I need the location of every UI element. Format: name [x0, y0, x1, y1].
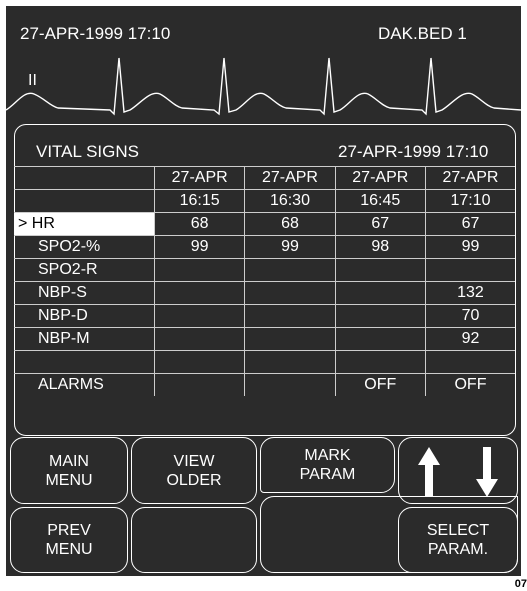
table-cell: 67	[424, 212, 515, 236]
monitor-screen: 27-APR-1999 17:10 DAK.BED 1 II VITAL SIG…	[6, 6, 521, 576]
table-row-spo2-r[interactable]: SPO2-R	[14, 258, 515, 282]
column-time: 16:45	[334, 189, 426, 213]
scroll-arrows-button[interactable]	[398, 437, 518, 504]
table-cell: 99	[153, 235, 246, 259]
main-menu-button[interactable]: MAIN MENU	[10, 437, 128, 504]
table-cell: 92	[424, 327, 515, 351]
table-cell	[334, 304, 426, 328]
column-time: 16:30	[244, 189, 336, 213]
table-row-nbp-d[interactable]: NBP-D 70	[14, 304, 515, 328]
table-cell	[153, 350, 246, 374]
table-cell	[334, 281, 426, 305]
table-cell	[153, 327, 246, 351]
table-header-row: 16:15 16:30 16:45 17:10	[14, 189, 515, 213]
table-cell	[334, 350, 426, 374]
vital-signs-table: 27-APR 27-APR 27-APR 27-APR 16:15 16:30 …	[14, 166, 515, 396]
table-row-hr[interactable]: > HR 68 68 67 67	[14, 212, 515, 236]
table-cell: 67	[334, 212, 426, 236]
column-date: 27-APR	[424, 166, 515, 190]
table-cell	[244, 327, 336, 351]
mark-param-button[interactable]: MARK PARAM	[260, 437, 395, 493]
table-row-nbp-s[interactable]: NBP-S 132	[14, 281, 515, 305]
table-cell: 132	[424, 281, 515, 305]
scroll-arrows	[418, 446, 498, 497]
figure-code: 07	[514, 578, 527, 590]
table-cell: OFF	[424, 373, 515, 396]
table-cell: 68	[244, 212, 336, 236]
table-cell: 98	[334, 235, 426, 259]
column-date: 27-APR	[244, 166, 336, 190]
table-cell: 68	[153, 212, 246, 236]
vital-signs-title: VITAL SIGNS	[36, 142, 139, 161]
table-cell	[244, 281, 336, 305]
table-row-spo2-pct[interactable]: SPO2-% 99 99 98 99	[14, 235, 515, 259]
header-datetime: 27-APR-1999 17:10	[20, 24, 171, 43]
table-cell	[244, 258, 336, 282]
prev-menu-button[interactable]: PREV MENU	[10, 507, 128, 573]
empty-button[interactable]	[131, 507, 257, 573]
arrow-down-icon[interactable]	[476, 446, 498, 497]
table-cell	[424, 350, 515, 374]
row-label: NBP-D	[14, 304, 155, 328]
table-row-empty	[14, 350, 515, 374]
table-cell: 70	[424, 304, 515, 328]
table-header-row: 27-APR 27-APR 27-APR 27-APR	[14, 166, 515, 190]
row-label: ALARMS	[14, 373, 155, 396]
row-label-selected[interactable]: > HR	[14, 212, 155, 236]
column-time: 16:15	[153, 189, 246, 213]
table-row-nbp-m[interactable]: NBP-M 92	[14, 327, 515, 351]
table-cell	[244, 350, 336, 374]
table-cell: 99	[244, 235, 336, 259]
table-cell	[424, 258, 515, 282]
arrow-up-icon[interactable]	[418, 446, 440, 497]
table-cell	[334, 258, 426, 282]
table-cell	[153, 258, 246, 282]
ecg-lead-label: II	[28, 72, 37, 89]
table-cell	[334, 327, 426, 351]
table-cell	[244, 373, 336, 396]
table-cell: 99	[424, 235, 515, 259]
vital-signs-datetime: 27-APR-1999 17:10	[338, 142, 489, 161]
table-cell	[153, 281, 246, 305]
column-date: 27-APR	[334, 166, 426, 190]
column-time: 17:10	[424, 189, 515, 213]
row-label	[14, 350, 155, 374]
table-cell	[153, 304, 246, 328]
row-label: NBP-M	[14, 327, 155, 351]
row-label: SPO2-R	[14, 258, 155, 282]
ecg-waveform	[6, 57, 521, 116]
row-label: SPO2-%	[14, 235, 155, 259]
table-cell: OFF	[334, 373, 426, 396]
table-row-alarms[interactable]: ALARMS OFF OFF	[14, 373, 515, 396]
view-older-button[interactable]: VIEW OLDER	[131, 437, 257, 504]
bed-label: DAK.BED 1	[378, 24, 467, 43]
column-date: 27-APR	[153, 166, 246, 190]
row-label: NBP-S	[14, 281, 155, 305]
table-cell	[153, 373, 246, 396]
table-cell	[244, 304, 336, 328]
select-param-button[interactable]: SELECT PARAM.	[398, 507, 518, 573]
